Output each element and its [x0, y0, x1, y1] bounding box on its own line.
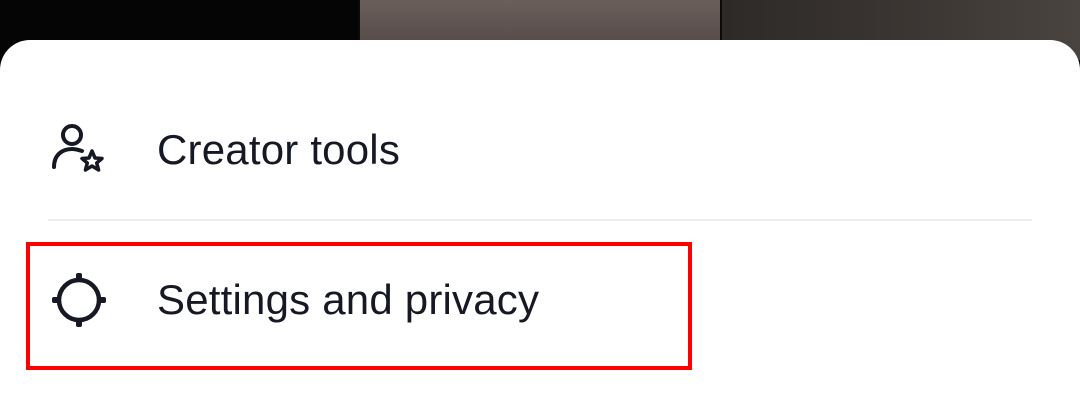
- menu-item-label: Settings and privacy: [157, 276, 540, 323]
- gear-icon: [48, 269, 110, 331]
- menu-item-label: Creator tools: [157, 126, 401, 173]
- menu-divider: [48, 219, 1032, 221]
- menu-item-settings-and-privacy[interactable]: Settings and privacy: [0, 240, 1080, 360]
- menu-item-creator-tools[interactable]: Creator tools: [0, 80, 1080, 220]
- bottom-sheet-menu: Creator tools Settings and privacy: [0, 40, 1080, 402]
- creator-tools-icon: [48, 119, 110, 181]
